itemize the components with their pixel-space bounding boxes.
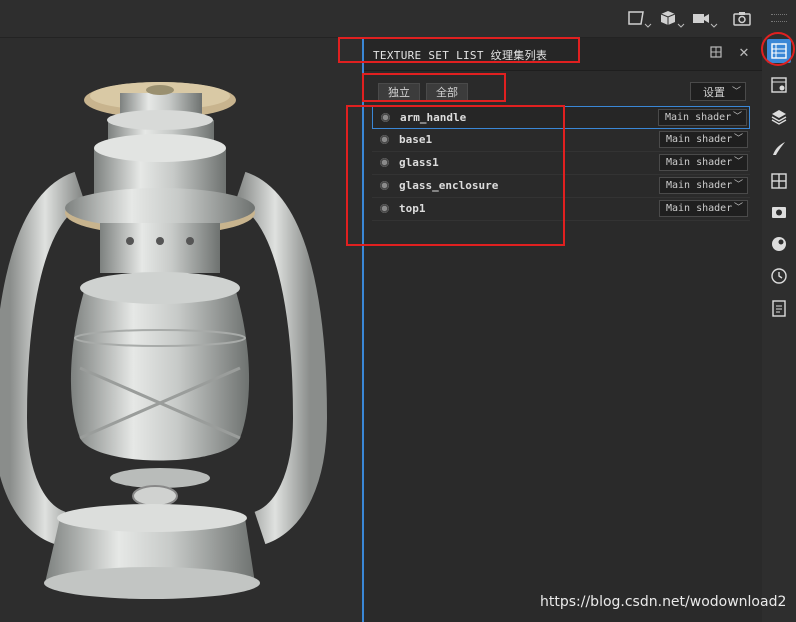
viewport-toolbar (0, 0, 762, 38)
watermark: https://blog.csdn.net/wodownload2 (540, 594, 787, 610)
display-settings-icon[interactable] (767, 169, 791, 193)
shader-settings-icon[interactable] (767, 232, 791, 256)
shader-dropdown[interactable]: Main shader ﹀ (659, 131, 748, 148)
chevron-down-icon: ﹀ (733, 157, 743, 167)
history-icon[interactable] (767, 264, 791, 288)
right-sidebar (762, 0, 796, 622)
brush-properties-icon[interactable] (767, 137, 791, 161)
shader-label: Main shader (666, 180, 733, 191)
camera-view-icon[interactable] (626, 9, 652, 29)
screenshot-camera-icon[interactable] (732, 9, 758, 29)
log-icon[interactable] (767, 296, 791, 320)
chevron-down-icon: ﹀ (732, 112, 742, 122)
chevron-down-icon: ﹀ (733, 134, 743, 144)
texture-set-settings-icon[interactable] (767, 73, 791, 97)
buttons-annotation-box (362, 73, 506, 102)
viewer-settings-icon[interactable] (767, 200, 791, 224)
chevron-down-icon: ﹀ (733, 203, 743, 213)
layers-icon[interactable] (767, 105, 791, 129)
shader-dropdown[interactable]: Main shader ﹀ (659, 177, 748, 194)
close-icon[interactable]: ✕ (736, 46, 752, 62)
chevron-down-icon: ﹀ (731, 87, 741, 97)
shader-dropdown[interactable]: Main shader ﹀ (658, 109, 747, 126)
shader-dropdown[interactable]: Main shader ﹀ (659, 154, 748, 171)
shader-dropdown[interactable]: Main shader ﹀ (659, 200, 748, 217)
lantern-model-render (0, 82, 328, 599)
chevron-down-icon: ﹀ (733, 180, 743, 190)
shader-label: Main shader (666, 134, 733, 145)
shader-label: Main shader (666, 203, 733, 214)
cube-icon[interactable] (659, 9, 685, 29)
drag-grip-icon[interactable] (771, 14, 787, 22)
list-annotation-box (346, 105, 565, 246)
shader-label: Main shader (665, 112, 732, 123)
sidebar-annotation-circle (761, 32, 795, 66)
video-camera-icon[interactable] (692, 9, 718, 29)
title-annotation-box (338, 37, 580, 63)
shader-label: Main shader (666, 157, 733, 168)
settings-label: 设置 (703, 86, 725, 99)
3d-viewport[interactable] (0, 38, 362, 622)
settings-dropdown[interactable]: 设置 ﹀ (690, 82, 746, 101)
dock-toggle-icon[interactable] (708, 46, 724, 62)
